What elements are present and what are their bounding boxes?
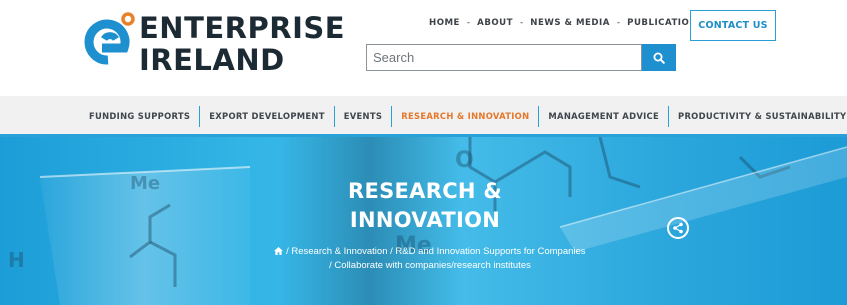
logo-text-line2: IRELAND [139, 43, 285, 77]
hero-title-line2: INNOVATION [349, 208, 501, 232]
nav-funding-supports[interactable]: FUNDING SUPPORTS [80, 106, 201, 127]
breadcrumb-separator: / [286, 246, 289, 257]
logo-text-line1: ENTERPRISE [139, 11, 346, 45]
search-input[interactable] [366, 44, 642, 71]
top-nav-separator: - [520, 18, 524, 28]
top-nav-home[interactable]: HOME [429, 18, 460, 28]
nav-productivity-sustainability[interactable]: PRODUCTIVITY & SUSTAINABILITY [669, 106, 847, 127]
nav-research-innovation[interactable]: RESEARCH & INNOVATION [392, 106, 540, 127]
svg-text:O: O [455, 148, 474, 173]
svg-text:Me: Me [130, 173, 160, 194]
nav-export-development[interactable]: EXPORT DEVELOPMENT [200, 106, 335, 127]
hero-banner: Me H O Me RESEARCH & INNOVATION / Resear… [0, 137, 847, 305]
top-nav-separator: - [616, 18, 621, 28]
share-icon [673, 222, 683, 234]
breadcrumb: / Research & Innovation / R&D and Innova… [240, 245, 620, 273]
home-icon[interactable] [274, 247, 284, 255]
search-button[interactable] [642, 44, 676, 71]
breadcrumb-separator: / [329, 260, 332, 271]
hero-title: RESEARCH & INNOVATION [300, 177, 550, 235]
breadcrumb-current: Collaborate with companies/research inst… [334, 260, 531, 271]
site-header: ENTERPRISE IRELAND HOME - ABOUT - NEWS &… [0, 0, 847, 96]
top-utility-nav: HOME - ABOUT - NEWS & MEDIA - PUBLICATIO… [429, 16, 704, 30]
svg-text:H: H [8, 248, 25, 272]
nav-management-advice[interactable]: MANAGEMENT ADVICE [539, 106, 669, 127]
breadcrumb-research-innovation[interactable]: Research & Innovation [291, 246, 387, 257]
logo-mark-icon [84, 12, 135, 65]
top-nav-about[interactable]: ABOUT [477, 18, 513, 28]
top-nav-separator: - [466, 18, 471, 28]
hero-title-line1: RESEARCH & [347, 179, 503, 203]
breadcrumb-separator: / [390, 246, 393, 257]
contact-us-button[interactable]: CONTACT US [690, 10, 776, 41]
breadcrumb-rd-supports[interactable]: R&D and Innovation Supports for Companie… [395, 246, 585, 257]
top-nav-news-media[interactable]: NEWS & MEDIA [530, 18, 610, 28]
main-navigation: FUNDING SUPPORTS EXPORT DEVELOPMENT EVEN… [0, 96, 847, 137]
share-button[interactable] [667, 217, 689, 239]
enterprise-ireland-logo[interactable]: ENTERPRISE IRELAND [82, 10, 345, 77]
nav-events[interactable]: EVENTS [335, 106, 393, 127]
search-icon [653, 52, 665, 64]
